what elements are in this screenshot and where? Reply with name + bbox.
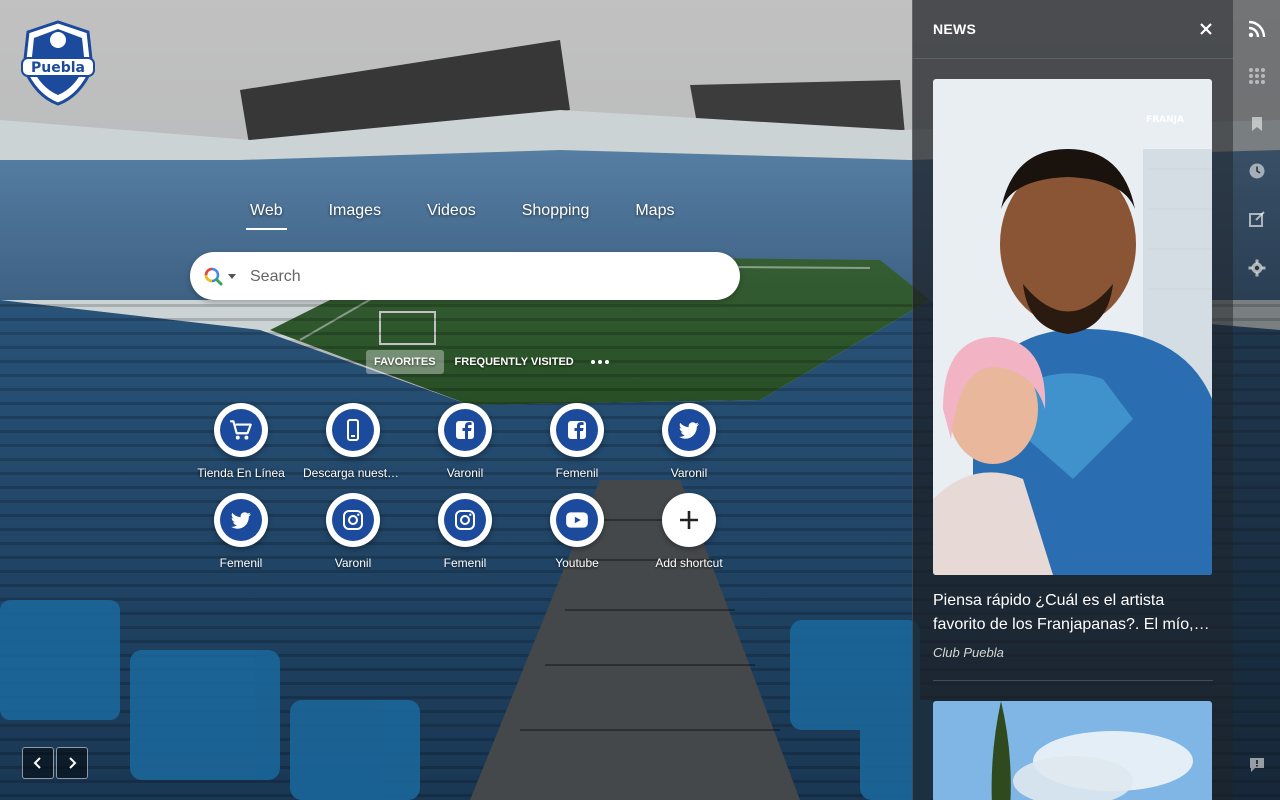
more-options-icon[interactable] — [590, 360, 609, 364]
edit-note-icon — [1249, 211, 1265, 227]
tab-frequently-visited[interactable]: FREQUENTLY VISITED — [447, 350, 582, 374]
gear-icon — [1248, 259, 1266, 277]
news-header: NEWS — [913, 0, 1233, 59]
notes-button[interactable] — [1246, 208, 1268, 230]
tab-web[interactable]: Web — [246, 202, 287, 230]
shortcut-label: Femenil — [555, 466, 599, 480]
shortcut-femenil-twitter[interactable]: Femenil — [185, 493, 297, 570]
chevron-down-icon — [228, 274, 236, 279]
shortcut-tienda-en-linea[interactable]: Tienda En Línea — [185, 403, 297, 480]
feedback-button[interactable] — [1246, 754, 1268, 776]
news-card-image-2[interactable] — [933, 701, 1212, 800]
rss-icon — [1248, 20, 1266, 38]
bookmark-icon — [1252, 117, 1262, 131]
news-divider — [933, 680, 1213, 681]
magnifier-multicolor-icon — [204, 267, 223, 286]
news-card-image: FRANJA — [933, 79, 1212, 575]
tab-videos[interactable]: Videos — [427, 202, 476, 230]
feedback-icon — [1250, 758, 1264, 772]
shortcut-label: Femenil — [219, 556, 263, 570]
shortcut-mode-tabs: FAVORITES FREQUENTLY VISITED — [366, 350, 609, 374]
youtube-icon — [566, 512, 588, 528]
history-button[interactable] — [1246, 160, 1268, 182]
shortcuts-grid: Tienda En Línea Descarga nuestra app Var… — [185, 403, 745, 570]
shortcut-varonil-facebook[interactable]: Varonil — [409, 403, 521, 480]
news-panel: NEWS FRANJA Piensa rápido ¿Cuál es el ar… — [912, 0, 1233, 800]
tab-images[interactable]: Images — [329, 202, 381, 230]
shortcut-descarga-app[interactable]: Descarga nuestra app — [297, 403, 409, 480]
tab-favorites[interactable]: FAVORITES — [366, 350, 444, 374]
shortcut-varonil-twitter[interactable]: Varonil — [633, 403, 745, 480]
shortcut-label: Varonil — [446, 466, 484, 480]
news-card[interactable]: FRANJA Piensa rápido ¿Cuál es el artista… — [933, 79, 1213, 660]
shortcut-label: Femenil — [443, 556, 487, 570]
right-sidebar — [1233, 0, 1280, 800]
tab-maps[interactable]: Maps — [635, 202, 674, 230]
tab-shopping[interactable]: Shopping — [522, 202, 590, 230]
facebook-icon — [568, 421, 586, 439]
chevron-right-icon — [69, 757, 77, 769]
next-background-button[interactable] — [56, 747, 88, 779]
shortcut-youtube[interactable]: Youtube — [521, 493, 633, 570]
instagram-icon — [455, 510, 475, 530]
facebook-icon — [456, 421, 474, 439]
shortcut-label: Tienda En Línea — [197, 466, 285, 480]
news-title: NEWS — [933, 21, 977, 37]
news-headline[interactable]: Piensa rápido ¿Cuál es el artista favori… — [933, 589, 1213, 637]
shopping-cart-icon — [230, 420, 252, 440]
instagram-icon — [343, 510, 363, 530]
shortcut-label: Add shortcut — [655, 556, 723, 570]
shortcut-label: Varonil — [334, 556, 372, 570]
settings-button[interactable] — [1246, 257, 1268, 279]
apps-button[interactable] — [1246, 65, 1268, 87]
shortcut-label: Youtube — [555, 556, 599, 570]
chevron-left-icon — [33, 757, 41, 769]
image-watermark: FRANJA — [1146, 115, 1184, 125]
shortcut-varonil-instagram[interactable]: Varonil — [297, 493, 409, 570]
news-source: Club Puebla — [933, 645, 1004, 660]
previous-background-button[interactable] — [22, 747, 54, 779]
clock-icon — [1249, 163, 1265, 179]
shortcut-femenil-instagram[interactable]: Femenil — [409, 493, 521, 570]
plus-icon — [680, 511, 698, 529]
shortcut-label: Varonil — [670, 466, 708, 480]
news-feed-button[interactable] — [1246, 18, 1268, 40]
club-puebla-logo: Puebla — [21, 20, 95, 106]
shortcut-label: Descarga nuestra app — [303, 466, 403, 480]
twitter-icon — [231, 512, 251, 529]
mobile-phone-icon — [347, 419, 359, 441]
search-engine-selector[interactable] — [204, 267, 238, 287]
bookmarks-button[interactable] — [1246, 113, 1268, 135]
search-box — [190, 252, 740, 302]
apps-grid-icon — [1249, 68, 1265, 84]
shortcut-femenil-facebook[interactable]: Femenil — [521, 403, 633, 480]
svg-text:Puebla: Puebla — [31, 60, 85, 76]
close-icon[interactable] — [1199, 22, 1213, 36]
twitter-icon — [679, 422, 699, 439]
search-type-tabs: Web Images Videos Shopping Maps — [246, 202, 720, 230]
add-shortcut-button[interactable]: Add shortcut — [633, 493, 745, 570]
search-input[interactable] — [248, 252, 722, 302]
